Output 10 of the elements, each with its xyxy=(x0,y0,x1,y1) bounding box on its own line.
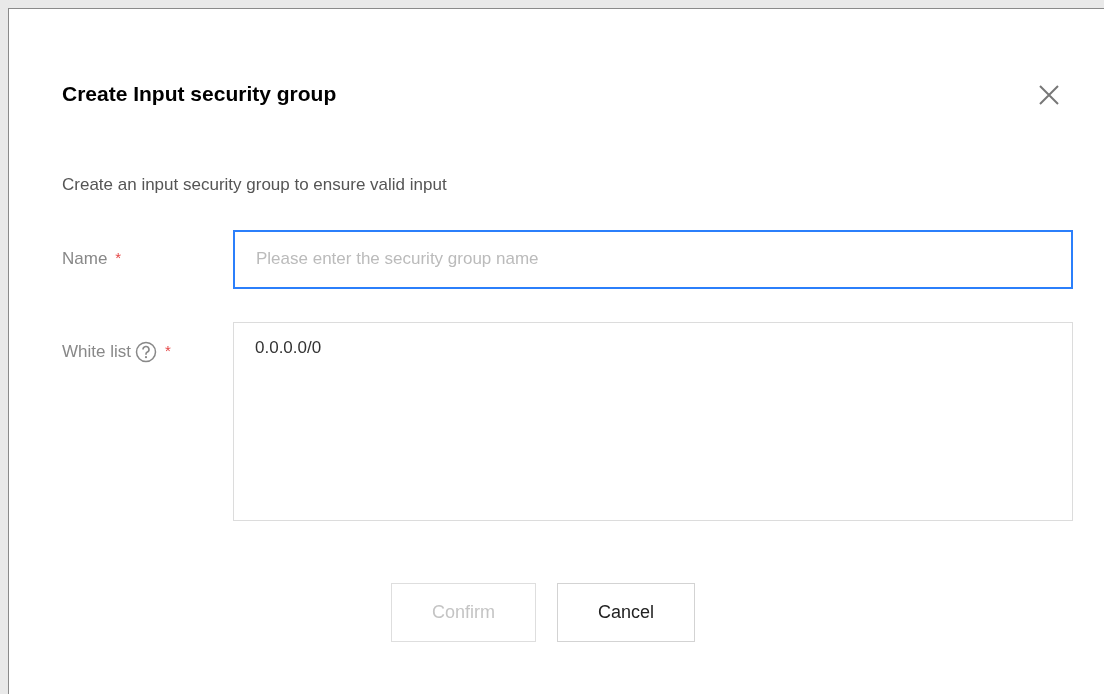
text-area[interactable]: 0.0.0.0/0 xyxy=(233,321,1073,521)
dialog-title: Create Input security group xyxy=(62,81,337,107)
help-icon[interactable] xyxy=(134,340,157,363)
field-label: White list xyxy=(62,340,131,363)
required-mark: * xyxy=(164,341,171,362)
cancel-button[interactable]: Cancel xyxy=(557,582,696,642)
input-field[interactable]: Please enter the security group name xyxy=(233,229,1073,289)
field-label: Name xyxy=(62,247,108,270)
dialog-description: Create an input security group to ensure valid input xyxy=(62,174,447,197)
required-mark: * xyxy=(115,248,122,269)
